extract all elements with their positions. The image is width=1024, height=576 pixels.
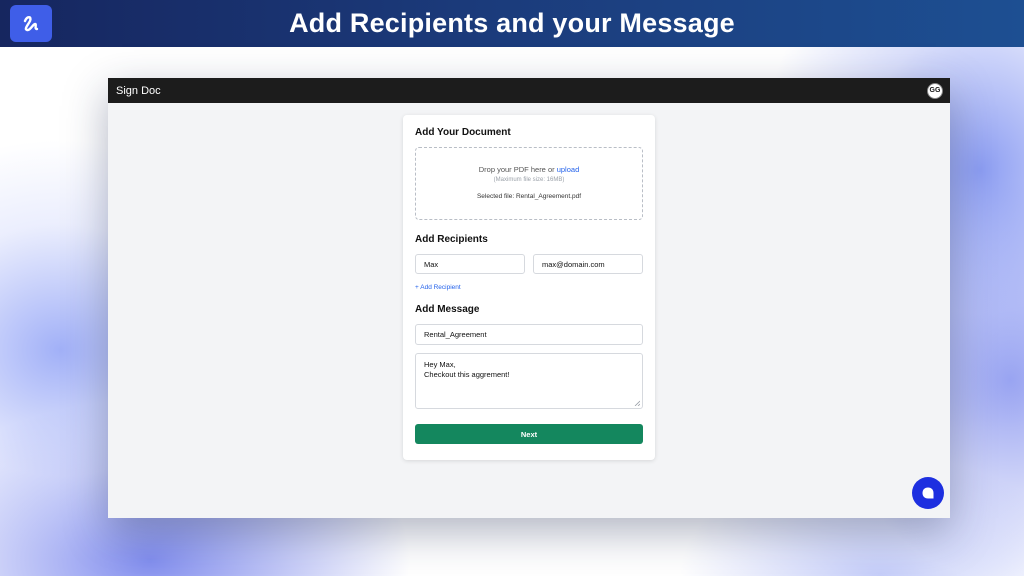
- title-banner: Add Recipients and your Message: [0, 0, 1024, 47]
- next-button[interactable]: Next: [415, 424, 643, 444]
- message-body-line: Checkout this aggrement!: [424, 370, 510, 379]
- signature-icon: [10, 5, 52, 42]
- banner-title: Add Recipients and your Message: [289, 8, 735, 38]
- document-heading: Add Your Document: [415, 127, 511, 138]
- sign-form-card: Add Your Document Drop your PDF here or …: [403, 115, 655, 460]
- message-heading: Add Message: [415, 304, 480, 315]
- resize-handle-icon[interactable]: [634, 400, 640, 406]
- recipient-row: Max max@domain.com: [415, 254, 643, 274]
- chat-icon[interactable]: [912, 477, 944, 509]
- recipient-email-input[interactable]: max@domain.com: [533, 254, 643, 274]
- drop-text: Drop your PDF here or: [478, 165, 555, 174]
- recipient-name-input[interactable]: Max: [415, 254, 525, 274]
- message-body-line: Hey Max,: [424, 360, 456, 369]
- add-recipient-link[interactable]: + Add Recipient: [415, 284, 643, 291]
- selected-file: Selected file: Rental_Agreement.pdf: [476, 193, 582, 200]
- upload-link[interactable]: upload: [557, 165, 580, 174]
- message-subject-input[interactable]: Rental_Agreement: [415, 324, 643, 345]
- avatar[interactable]: GG: [927, 82, 943, 99]
- app-window: Sign Doc GG Add Your Document Drop your …: [108, 78, 950, 518]
- pdf-dropzone[interactable]: Drop your PDF here or upload (Maximum fi…: [415, 147, 643, 220]
- recipients-heading: Add Recipients: [415, 234, 488, 245]
- app-title[interactable]: Sign Doc: [116, 85, 161, 97]
- app-header: Sign Doc GG: [108, 78, 950, 103]
- file-size-note: (Maximum file size: 16MB): [493, 177, 565, 183]
- dropzone-text: Drop your PDF here or upload: [479, 165, 580, 174]
- message-body-textarea[interactable]: Hey Max, Checkout this aggrement!: [415, 353, 643, 409]
